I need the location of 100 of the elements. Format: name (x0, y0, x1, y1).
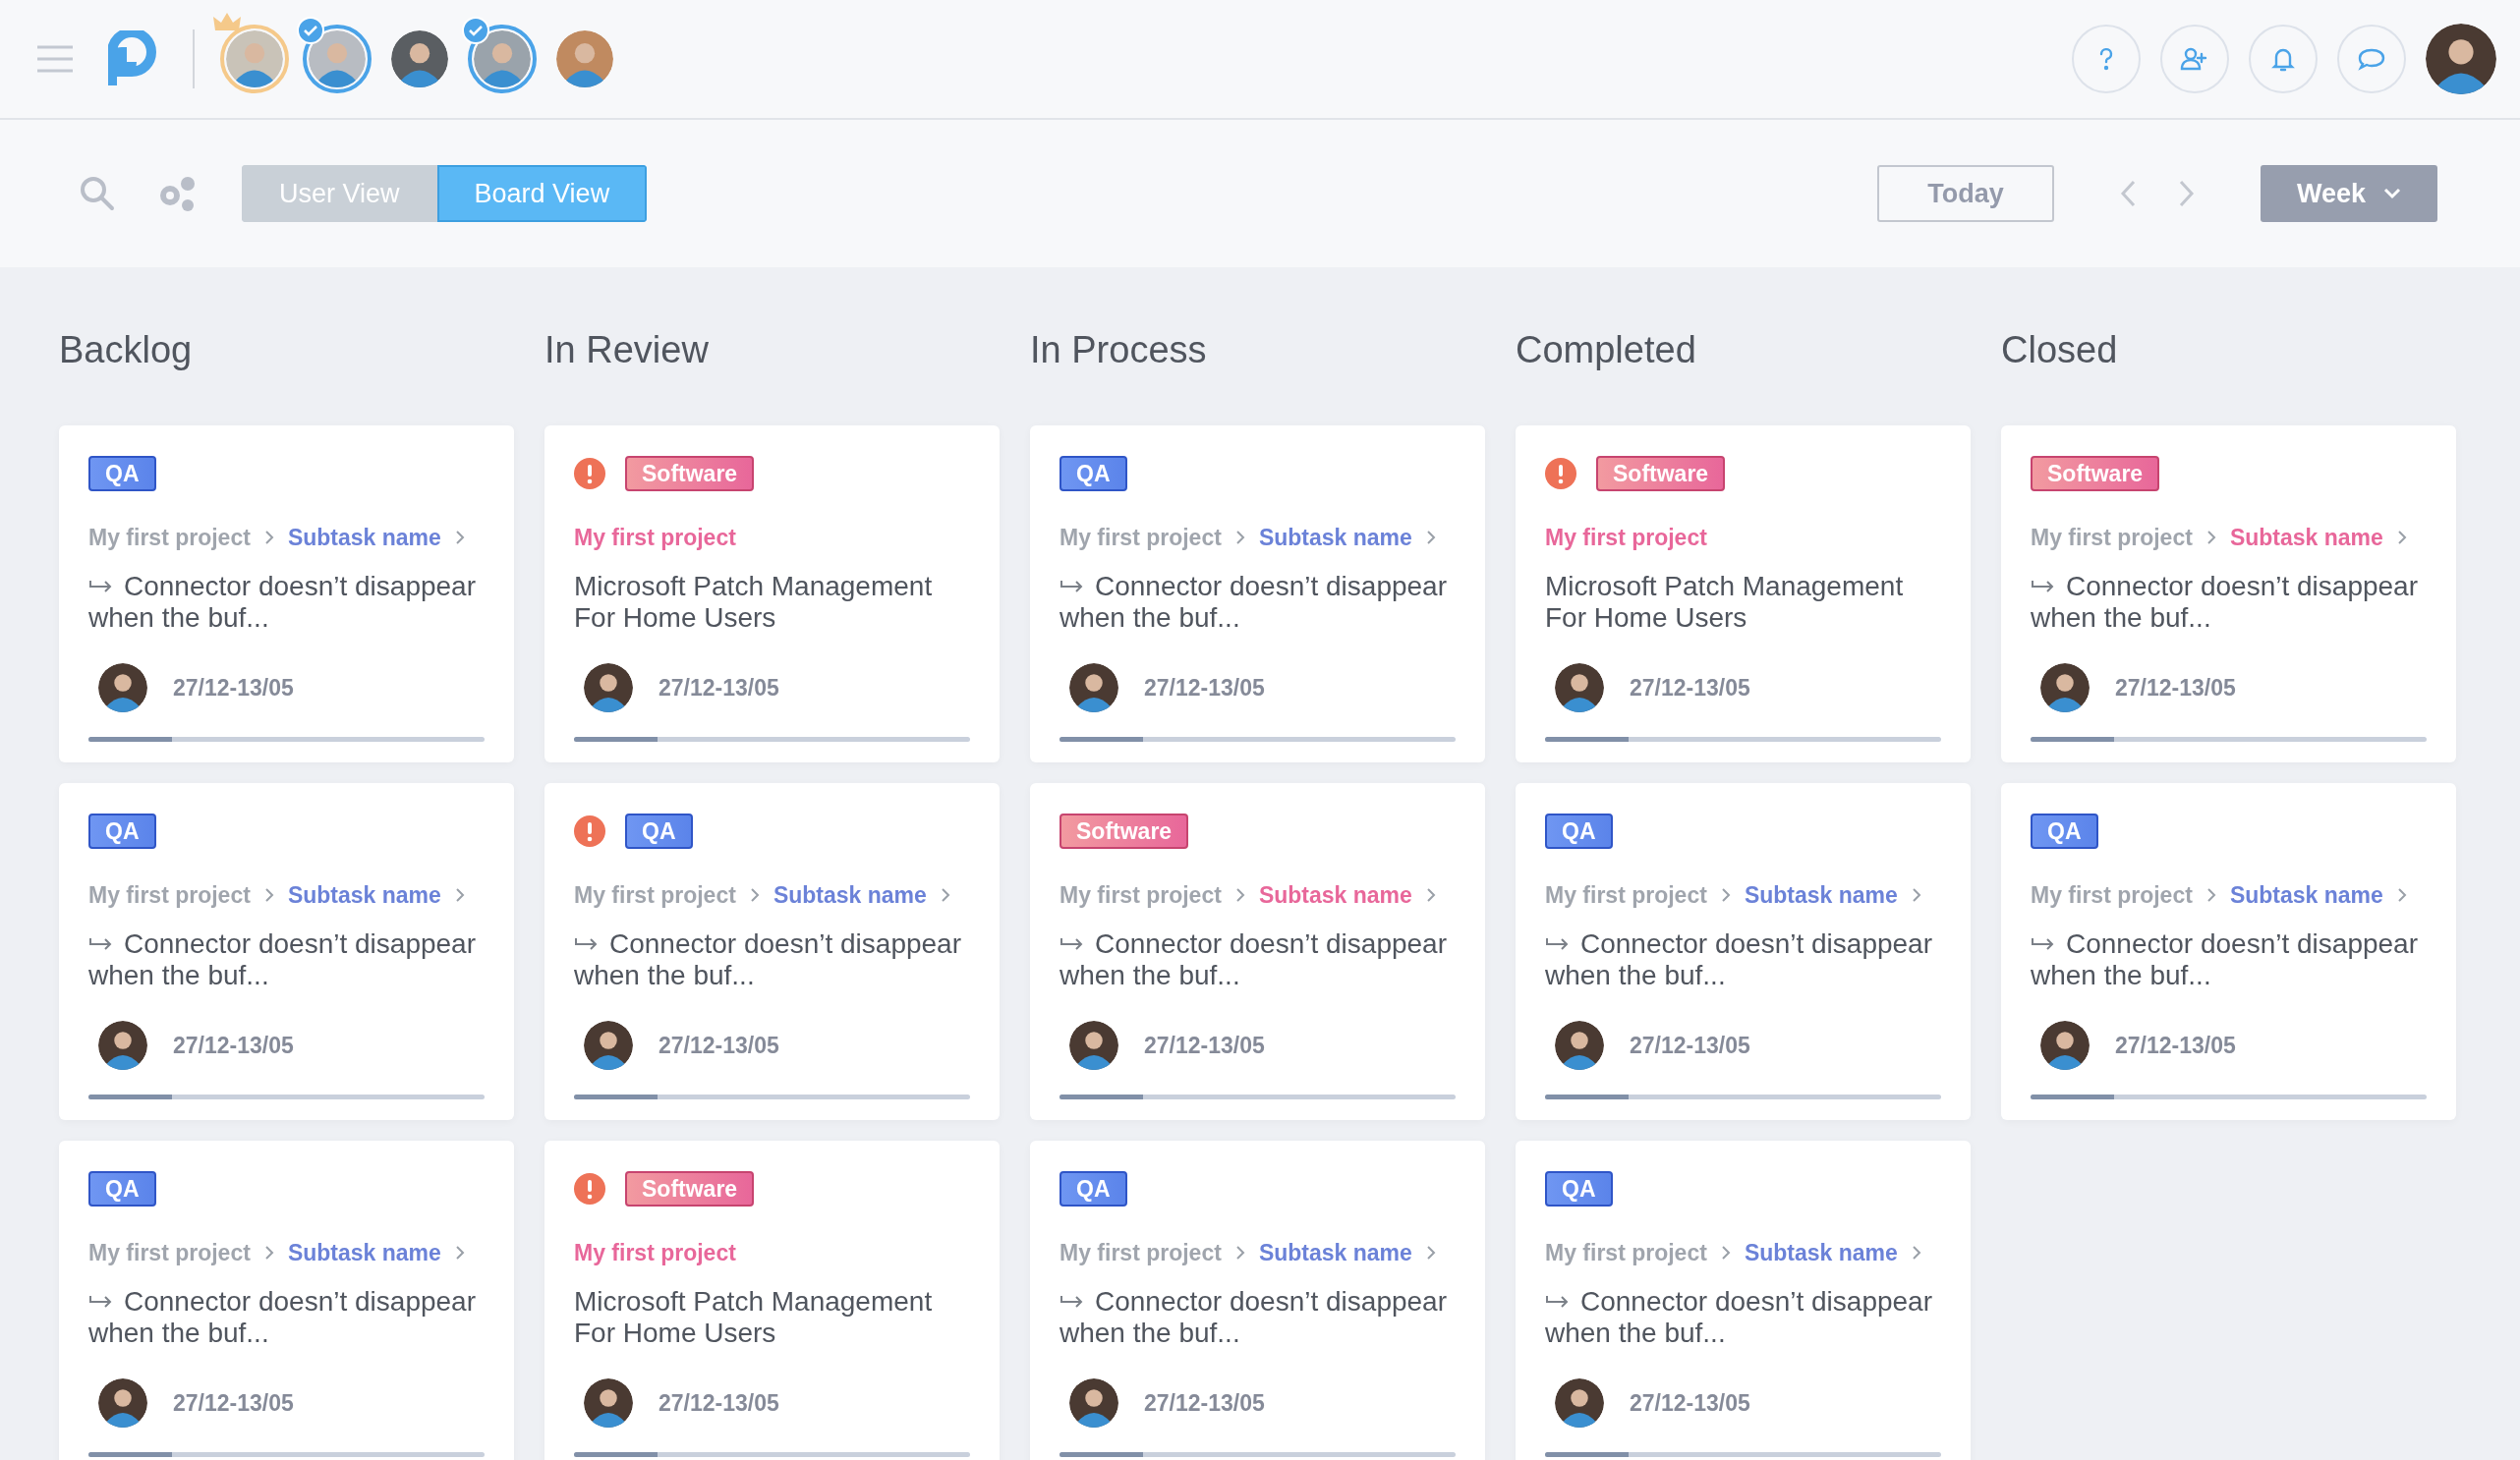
menu-icon[interactable] (35, 44, 75, 74)
tag: QA (1545, 814, 1613, 849)
chevron-icon (1425, 1245, 1436, 1261)
project-link[interactable]: My first project (88, 881, 251, 909)
project-link[interactable]: My first project (1060, 881, 1222, 909)
task-title[interactable]: Connector doesn’t disappear when the buf... (1060, 571, 1456, 634)
avatar (1069, 1021, 1118, 1070)
task-card[interactable]: QA My first project Subtask name Connector doesn’t disappear when the buf... 27/12-13/05 (59, 425, 514, 762)
tag: Software (2031, 456, 2160, 491)
task-card[interactable]: QA My first project Subtask name Connector doesn’t disappear when the buf... 27/12-13/05 (1030, 425, 1485, 762)
date-range: 27/12-13/05 (1630, 674, 1750, 702)
task-card[interactable]: Software My first project Microsoft Patch Management For Home Users 27/12-13/05 (544, 1141, 1000, 1460)
project-link[interactable]: My first project (88, 1239, 251, 1266)
column-title: In Process (1030, 328, 1208, 371)
search-icon[interactable] (79, 175, 116, 212)
task-card[interactable]: Software My first project Subtask name Connector doesn’t disappear when the buf... 27/12-13/05 (1030, 783, 1485, 1120)
chevron-icon (454, 1245, 465, 1261)
task-title[interactable]: Connector doesn’t disappear when the buf... (1545, 1286, 1941, 1349)
task-card[interactable]: Software My first project Microsoft Patch Management For Home Users 27/12-13/05 (544, 425, 1000, 762)
task-card[interactable]: Software My first project Subtask name Connector doesn’t disappear when the buf... 27/12-13/05 (2001, 425, 2456, 762)
date-range: 27/12-13/05 (173, 1389, 294, 1417)
avatar (1555, 1378, 1604, 1428)
avatar (1555, 663, 1604, 712)
task-title[interactable]: Microsoft Patch Management For Home Users (574, 1286, 970, 1349)
task-title[interactable]: Microsoft Patch Management For Home Users (574, 571, 970, 634)
subtask-link[interactable]: Subtask name (287, 524, 441, 551)
task-card[interactable]: QA My first project Subtask name Connector doesn’t disappear when the buf... 27/12-13/05 (1030, 1141, 1485, 1460)
subtask-link[interactable]: Subtask name (287, 1239, 441, 1266)
task-title[interactable]: Connector doesn’t disappear when the buf... (88, 928, 485, 991)
task-title[interactable]: Microsoft Patch Management For Home Users (1545, 571, 1941, 634)
tag: QA (1060, 1171, 1127, 1207)
task-title[interactable]: Connector doesn’t disappear when the buf... (88, 571, 485, 634)
subtask-link[interactable]: Subtask name (1744, 1239, 1898, 1266)
task-title[interactable]: Connector doesn’t disappear when the buf... (88, 1286, 485, 1349)
avatar (2426, 24, 2496, 94)
project-link[interactable]: My first project (574, 524, 736, 551)
task-title[interactable]: Connector doesn’t disappear when the buf... (1060, 928, 1456, 991)
project-link[interactable]: My first project (88, 524, 251, 551)
subtask-link[interactable]: Subtask name (773, 881, 927, 909)
project-link[interactable]: My first project (574, 881, 736, 909)
date-range: 27/12-13/05 (659, 1389, 779, 1417)
task-card[interactable]: QA My first project Subtask name Connector doesn’t disappear when the buf... 27/12-13/05 (59, 783, 514, 1120)
avatar (2040, 1021, 2090, 1070)
chevron-icon (263, 530, 274, 545)
chevron-icon (2396, 530, 2407, 545)
task-card[interactable]: QA My first project Subtask name Connector doesn’t disappear when the buf... 27/12-13/05 (1516, 783, 1971, 1120)
task-card[interactable]: QA My first project Subtask name Connector doesn’t disappear when the buf... 27/12-13/05 (59, 1141, 514, 1460)
chevron-icon (263, 1245, 274, 1261)
project-link[interactable]: My first project (1060, 524, 1222, 551)
date-range: 27/12-13/05 (1144, 1032, 1265, 1059)
task-title[interactable]: Connector doesn’t disappear when the buf... (1060, 1286, 1456, 1349)
check-icon (462, 17, 489, 44)
subtask-link[interactable]: Subtask name (1258, 524, 1412, 551)
subtask-link[interactable]: Subtask name (1744, 881, 1898, 909)
tag: Software (625, 1171, 755, 1207)
chevron-icon (2205, 530, 2216, 545)
subtask-link[interactable]: Subtask name (2229, 881, 2383, 909)
date-range: 27/12-13/05 (173, 674, 294, 702)
tag: Software (1596, 456, 1726, 491)
avatar (584, 1378, 633, 1428)
subtask-link[interactable]: Subtask name (2229, 524, 2383, 551)
avatar (309, 30, 366, 87)
project-link[interactable]: My first project (2031, 881, 2193, 909)
project-link[interactable]: My first project (2031, 524, 2193, 551)
subtask-link[interactable]: Subtask name (1258, 881, 1412, 909)
subtask-link[interactable]: Subtask name (1258, 1239, 1412, 1266)
task-title[interactable]: Connector doesn’t disappear when the buf... (574, 928, 970, 991)
task-card[interactable]: QA My first project Subtask name Connector doesn’t disappear when the buf... 27/12-13/05 (544, 783, 1000, 1120)
date-range: 27/12-13/05 (659, 1032, 779, 1059)
chevron-icon (454, 530, 465, 545)
column-title: Backlog (59, 328, 194, 371)
logo[interactable] (108, 30, 157, 87)
chevron-icon (1911, 1245, 1921, 1261)
view-tab[interactable]: Board View (436, 165, 648, 222)
chevron-down-icon (2383, 188, 2401, 199)
chevron-icon (454, 887, 465, 903)
project-link[interactable]: My first project (1060, 1239, 1222, 1266)
task-card[interactable]: Software My first project Microsoft Patch Management For Home Users 27/12-13/05 (1516, 425, 1971, 762)
task-title[interactable]: Connector doesn’t disappear when the buf... (2031, 928, 2427, 991)
task-card[interactable]: QA My first project Subtask name Connector doesn’t disappear when the buf... 27/12-13/05 (2001, 783, 2456, 1120)
subtask-link[interactable]: Subtask name (287, 881, 441, 909)
task-card[interactable]: QA My first project Subtask name Connector doesn’t disappear when the buf... 27/12-13/05 (1516, 1141, 1971, 1460)
chevron-icon (1425, 530, 1436, 545)
period-dropdown[interactable]: Week (2261, 165, 2437, 222)
tag: Software (625, 456, 755, 491)
project-link[interactable]: My first project (574, 1239, 736, 1266)
column-title: Completed (1516, 328, 1697, 371)
chevron-icon (2396, 887, 2407, 903)
avatar (556, 30, 613, 87)
team-avatar[interactable] (220, 25, 289, 93)
date-range: 27/12-13/05 (173, 1032, 294, 1059)
project-link[interactable]: My first project (1545, 1239, 1707, 1266)
task-title[interactable]: Connector doesn’t disappear when the buf... (1545, 928, 1941, 991)
project-link[interactable]: My first project (1545, 524, 1707, 551)
crown-icon (212, 11, 242, 32)
project-link[interactable]: My first project (1545, 881, 1707, 909)
today-button[interactable]: Today (1877, 165, 2054, 222)
task-title[interactable]: Connector doesn’t disappear when the buf... (2031, 571, 2427, 634)
avatar (1555, 1021, 1604, 1070)
chevron-icon (1720, 1245, 1731, 1261)
